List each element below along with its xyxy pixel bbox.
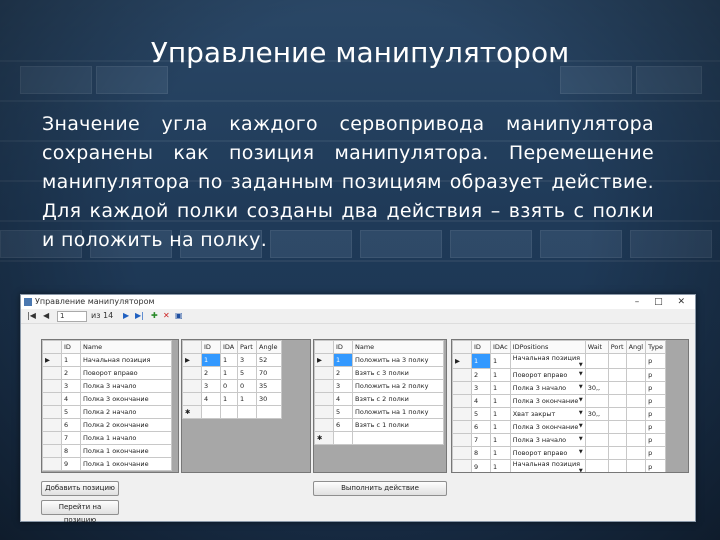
table-row[interactable]: 7 1 Полка 3 начало ▼ p xyxy=(452,433,667,447)
new-row-marker: ✱ xyxy=(314,431,334,445)
app-icon xyxy=(24,298,32,306)
column-header[interactable]: IDAc xyxy=(490,340,511,354)
table-row[interactable]: 7 Полка 1 начало xyxy=(42,431,172,445)
position-dropdown[interactable]: Хват закрыт ▼ xyxy=(509,407,586,421)
chevron-down-icon: ▼ xyxy=(578,410,583,416)
table-row[interactable]: 4 Полка 3 окончание xyxy=(42,392,172,406)
slide-body: Значение угла каждого сервопривода манип… xyxy=(42,113,654,251)
table-row[interactable]: 8 Полка 1 окончание xyxy=(42,444,172,458)
table-row[interactable]: 6 1 Полка 3 окончание ▼ p xyxy=(452,420,667,434)
chevron-down-icon: ▼ xyxy=(578,468,583,473)
table-row[interactable]: 4 1 Полка 3 окончание ▼ p xyxy=(452,394,667,408)
table-row[interactable]: ▶ 1 1 3 52 xyxy=(182,353,282,367)
grid-header: ID IDA Part Angle xyxy=(182,340,282,354)
position-dropdown[interactable]: Полка 3 начало ▼ xyxy=(509,381,586,395)
angles-grid[interactable]: ID IDA Part Angle ▶ 1 1 3 52 2 1 5 70 3 0 0 35 411… xyxy=(181,339,311,473)
save-icon[interactable]: ▣ xyxy=(175,311,183,320)
table-row[interactable]: 3 1 Полка 3 начало ▼ 30,, p xyxy=(452,381,667,395)
grid-header: ID Name xyxy=(314,340,444,354)
column-header[interactable]: ID xyxy=(471,340,491,354)
column-header[interactable]: Name xyxy=(352,340,444,354)
table-row[interactable]: ▶ 1 1 Начальная позиция ▼ p xyxy=(452,353,667,369)
column-header[interactable]: IDPositions xyxy=(509,340,586,354)
app-window: Управление манипулятором – □ ✕ |◀ ◀ 1 из… xyxy=(20,294,696,524)
table-row[interactable]: 6 Полка 2 окончание xyxy=(42,418,172,432)
table-row[interactable]: 6 Взять с 1 полки xyxy=(314,418,444,432)
current-row-marker: ▶ xyxy=(452,353,472,369)
chevron-down-icon: ▼ xyxy=(578,362,583,368)
add-record-icon[interactable]: ✚ xyxy=(151,311,158,320)
table-row[interactable]: ▶ 1 Начальная позиция xyxy=(42,353,172,367)
first-record-icon[interactable]: |◀ xyxy=(27,311,36,320)
position-dropdown[interactable]: Поворот вправо ▼ xyxy=(509,368,586,382)
chevron-down-icon: ▼ xyxy=(578,384,583,390)
actions-grid[interactable]: ID Name ▶ 1 Положить на 3 полку 2 Взять с 3… xyxy=(313,339,447,473)
table-row[interactable]: 2 1 Поворот вправо ▼ p xyxy=(452,368,667,382)
position-dropdown[interactable]: Начальная позиция ▼ xyxy=(509,459,586,473)
grid-header: ID IDAc IDPositions Wait Port Angl Type xyxy=(452,340,667,354)
table-row[interactable]: 5 Полка 2 начало xyxy=(42,405,172,419)
position-dropdown[interactable]: Полка 3 начало ▼ xyxy=(509,433,586,447)
table-row[interactable]: 4 Взять с 2 полки xyxy=(314,392,444,406)
column-header[interactable]: ID xyxy=(201,340,221,354)
execute-action-button[interactable]: Выполнить действие xyxy=(313,481,447,496)
table-row[interactable]: 5 1 Хват закрыт ▼ 30,, p xyxy=(452,407,667,421)
table-row[interactable]: 3 Положить на 2 полку xyxy=(314,379,444,393)
table-row[interactable]: 9 1 Начальная позиция ▼ p xyxy=(452,459,667,473)
table-row[interactable]: ▶ 1 Положить на 3 полку xyxy=(314,353,444,367)
table-row[interactable]: 8 1 Поворот вправо ▼ p xyxy=(452,446,667,460)
navigator-toolbar: |◀ ◀ 1 из 14 ▶ ▶| ✚ ✕ ▣ xyxy=(21,309,695,324)
chevron-down-icon: ▼ xyxy=(578,449,583,455)
column-header[interactable]: ID xyxy=(333,340,353,354)
next-record-icon[interactable]: ▶ xyxy=(123,311,129,320)
column-header[interactable]: IDA xyxy=(220,340,238,354)
position-dropdown[interactable]: Полка 3 окончание ▼ xyxy=(509,394,586,408)
position-dropdown[interactable]: Поворот вправо ▼ xyxy=(509,446,586,460)
table-row[interactable]: 5 Положить на 1 полку xyxy=(314,405,444,419)
add-position-button[interactable]: Добавить позицию xyxy=(41,481,119,496)
table-row[interactable]: 3 0 0 35 xyxy=(182,379,282,393)
record-count: из 14 xyxy=(91,311,114,320)
chevron-down-icon: ▼ xyxy=(578,371,583,377)
position-input[interactable]: 1 xyxy=(57,311,87,322)
chevron-down-icon: ▼ xyxy=(578,397,583,403)
delete-record-icon[interactable]: ✕ xyxy=(163,311,170,320)
positions-grid[interactable]: ID Name ▶ 1 Начальная позиция 2 Поворот впр… xyxy=(41,339,179,473)
column-header[interactable]: Port xyxy=(607,340,627,354)
column-header[interactable]: Angle xyxy=(256,340,282,354)
new-row[interactable]: ✱ xyxy=(314,431,444,445)
prev-record-icon[interactable]: ◀ xyxy=(43,311,49,320)
grid-header: ID Name xyxy=(42,340,172,354)
chevron-down-icon: ▼ xyxy=(578,436,583,442)
window-controls[interactable]: – □ ✕ xyxy=(635,295,691,309)
window-titlebar: Управление манипулятором – □ ✕ xyxy=(21,295,695,309)
column-header[interactable]: Name xyxy=(80,340,172,354)
table-row[interactable]: 2 Взять с 3 полки xyxy=(314,366,444,380)
table-row[interactable]: 9 Полка 1 окончание xyxy=(42,457,172,471)
column-header[interactable]: Wait xyxy=(584,340,609,354)
column-header[interactable]: Type xyxy=(645,340,667,354)
window-title: Управление манипулятором xyxy=(35,297,155,306)
slide-title: Управление манипулятором xyxy=(150,36,570,69)
column-header[interactable]: Part xyxy=(237,340,257,354)
action-steps-grid[interactable]: ID IDAc IDPositions Wait Port Angl Type … xyxy=(451,339,689,473)
new-row[interactable]: ✱ xyxy=(182,405,282,419)
new-row-marker: ✱ xyxy=(182,405,202,419)
current-row-marker: ▶ xyxy=(42,353,62,367)
table-row[interactable]: 3 Полка 3 начало xyxy=(42,379,172,393)
position-dropdown[interactable]: Полка 3 окончание ▼ xyxy=(509,420,586,434)
chevron-down-icon: ▼ xyxy=(578,423,583,429)
current-row-marker: ▶ xyxy=(182,353,202,367)
column-header[interactable]: Angl xyxy=(625,340,647,354)
table-row[interactable]: 2 Поворот вправо xyxy=(42,366,172,380)
column-header[interactable]: ID xyxy=(61,340,81,354)
last-record-icon[interactable]: ▶| xyxy=(135,311,144,320)
table-row[interactable]: 4 1 1 30 xyxy=(182,392,282,406)
table-row[interactable]: 2 1 5 70 xyxy=(182,366,282,380)
position-dropdown[interactable]: Начальная позиция ▼ xyxy=(509,353,586,369)
current-row-marker: ▶ xyxy=(314,353,334,367)
move-to-position-button[interactable]: Перейти на позицию xyxy=(41,500,119,524)
